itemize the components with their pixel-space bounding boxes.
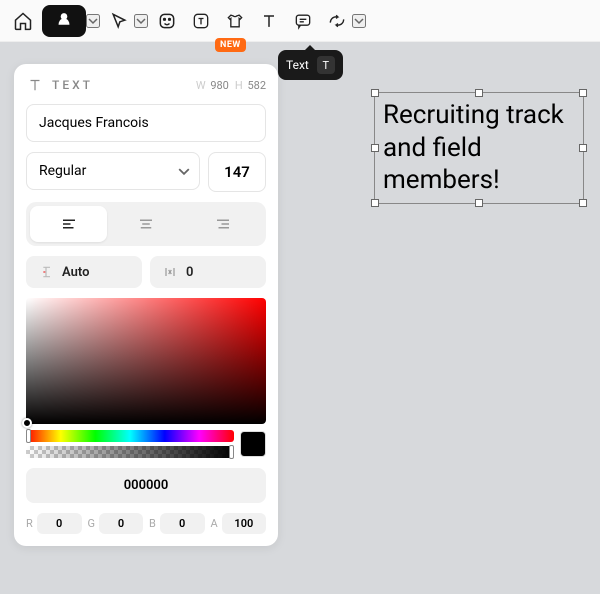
face-button[interactable] bbox=[152, 6, 182, 36]
tooltip-shortcut: T bbox=[317, 56, 335, 74]
face-icon bbox=[157, 11, 177, 31]
resize-handle-bm[interactable] bbox=[475, 199, 483, 207]
a-value[interactable]: 100 bbox=[222, 513, 266, 534]
tooltip-label: Text bbox=[286, 58, 309, 72]
letter-spacing-icon bbox=[162, 264, 178, 280]
text-tool-button[interactable] bbox=[254, 6, 284, 36]
alpha-slider[interactable] bbox=[26, 446, 234, 458]
align-left-button[interactable] bbox=[30, 206, 107, 242]
resize-handle-tr[interactable] bbox=[579, 89, 587, 97]
person-silhouette-icon bbox=[54, 11, 74, 31]
color-picker-thumb[interactable] bbox=[22, 418, 32, 428]
dimensions: W 980 H 582 bbox=[196, 79, 266, 92]
line-height-value: Auto bbox=[62, 265, 89, 280]
color-swatch[interactable] bbox=[240, 431, 266, 457]
canvas-text-content[interactable]: Recruiting track and field members! bbox=[383, 100, 564, 195]
font-family-input[interactable] bbox=[26, 104, 266, 142]
panel-title-text: TEXT bbox=[52, 78, 93, 92]
line-height-icon bbox=[38, 264, 54, 280]
align-left-icon bbox=[60, 215, 78, 233]
panel-title: TEXT bbox=[26, 76, 93, 94]
shapes-button[interactable] bbox=[322, 6, 352, 36]
home-button[interactable] bbox=[8, 6, 38, 36]
g-value[interactable]: 0 bbox=[99, 513, 143, 534]
home-icon bbox=[13, 11, 33, 31]
text-properties-panel: TEXT W 980 H 582 Auto 0 bbox=[14, 64, 278, 546]
canvas-text-object[interactable]: Recruiting track and field members! bbox=[374, 92, 584, 204]
chevron-down-icon bbox=[88, 16, 98, 26]
cursor-button[interactable] bbox=[104, 6, 134, 36]
chevron-down-icon bbox=[136, 16, 146, 26]
align-right-icon bbox=[214, 215, 232, 233]
align-center-button[interactable] bbox=[107, 206, 184, 242]
panel-text-button[interactable] bbox=[186, 6, 216, 36]
resize-handle-tl[interactable] bbox=[371, 89, 379, 97]
height-value: 582 bbox=[247, 79, 266, 92]
template-button[interactable] bbox=[42, 5, 86, 37]
align-center-icon bbox=[137, 215, 155, 233]
shapes-tool-group bbox=[322, 6, 366, 36]
template-dropdown[interactable] bbox=[86, 14, 100, 28]
text-tool-tooltip: Text T bbox=[278, 50, 343, 80]
align-right-button[interactable] bbox=[185, 206, 262, 242]
line-height-control[interactable]: Auto bbox=[26, 256, 142, 288]
width-label: W bbox=[196, 79, 206, 92]
resize-handle-tm[interactable] bbox=[475, 89, 483, 97]
resize-handle-mr[interactable] bbox=[579, 144, 587, 152]
rgba-inputs: R0 G0 B0 A100 bbox=[26, 513, 266, 534]
g-label: G bbox=[88, 517, 96, 530]
shapes-icon bbox=[327, 11, 347, 31]
r-value[interactable]: 0 bbox=[37, 513, 82, 534]
select-tool-group bbox=[104, 6, 148, 36]
speech-bubble-icon bbox=[293, 11, 313, 31]
letter-spacing-control[interactable]: 0 bbox=[150, 256, 266, 288]
width-value: 980 bbox=[210, 79, 229, 92]
new-badge: NEW bbox=[215, 38, 246, 52]
letter-spacing-value: 0 bbox=[186, 265, 193, 280]
shapes-dropdown[interactable] bbox=[352, 14, 366, 28]
font-size-input[interactable] bbox=[208, 152, 266, 192]
chevron-down-icon bbox=[354, 16, 364, 26]
text-icon bbox=[259, 11, 279, 31]
apparel-button[interactable] bbox=[220, 6, 250, 36]
template-tool-group bbox=[42, 5, 100, 37]
b-value[interactable]: 0 bbox=[160, 513, 205, 534]
text-icon bbox=[26, 76, 44, 94]
tshirt-icon bbox=[225, 11, 245, 31]
panel-header: TEXT W 980 H 582 bbox=[26, 76, 266, 94]
color-saturation-area[interactable] bbox=[26, 298, 266, 424]
font-weight-select[interactable] bbox=[26, 152, 200, 192]
font-weight-value[interactable] bbox=[26, 152, 200, 190]
hue-thumb[interactable] bbox=[26, 429, 31, 443]
resize-handle-bl[interactable] bbox=[371, 199, 379, 207]
text-align-segment bbox=[26, 202, 266, 246]
r-label: R bbox=[26, 517, 33, 530]
panel-text-icon bbox=[191, 11, 211, 31]
alpha-thumb[interactable] bbox=[229, 445, 234, 459]
b-label: B bbox=[149, 517, 156, 530]
cursor-dropdown[interactable] bbox=[134, 14, 148, 28]
speech-button[interactable] bbox=[288, 6, 318, 36]
hex-input[interactable] bbox=[26, 468, 266, 503]
cursor-icon bbox=[109, 11, 129, 31]
resize-handle-ml[interactable] bbox=[371, 144, 379, 152]
hue-slider[interactable] bbox=[26, 430, 234, 442]
resize-handle-br[interactable] bbox=[579, 199, 587, 207]
height-label: H bbox=[235, 79, 243, 92]
top-toolbar bbox=[0, 0, 600, 42]
a-label: A bbox=[211, 517, 218, 530]
